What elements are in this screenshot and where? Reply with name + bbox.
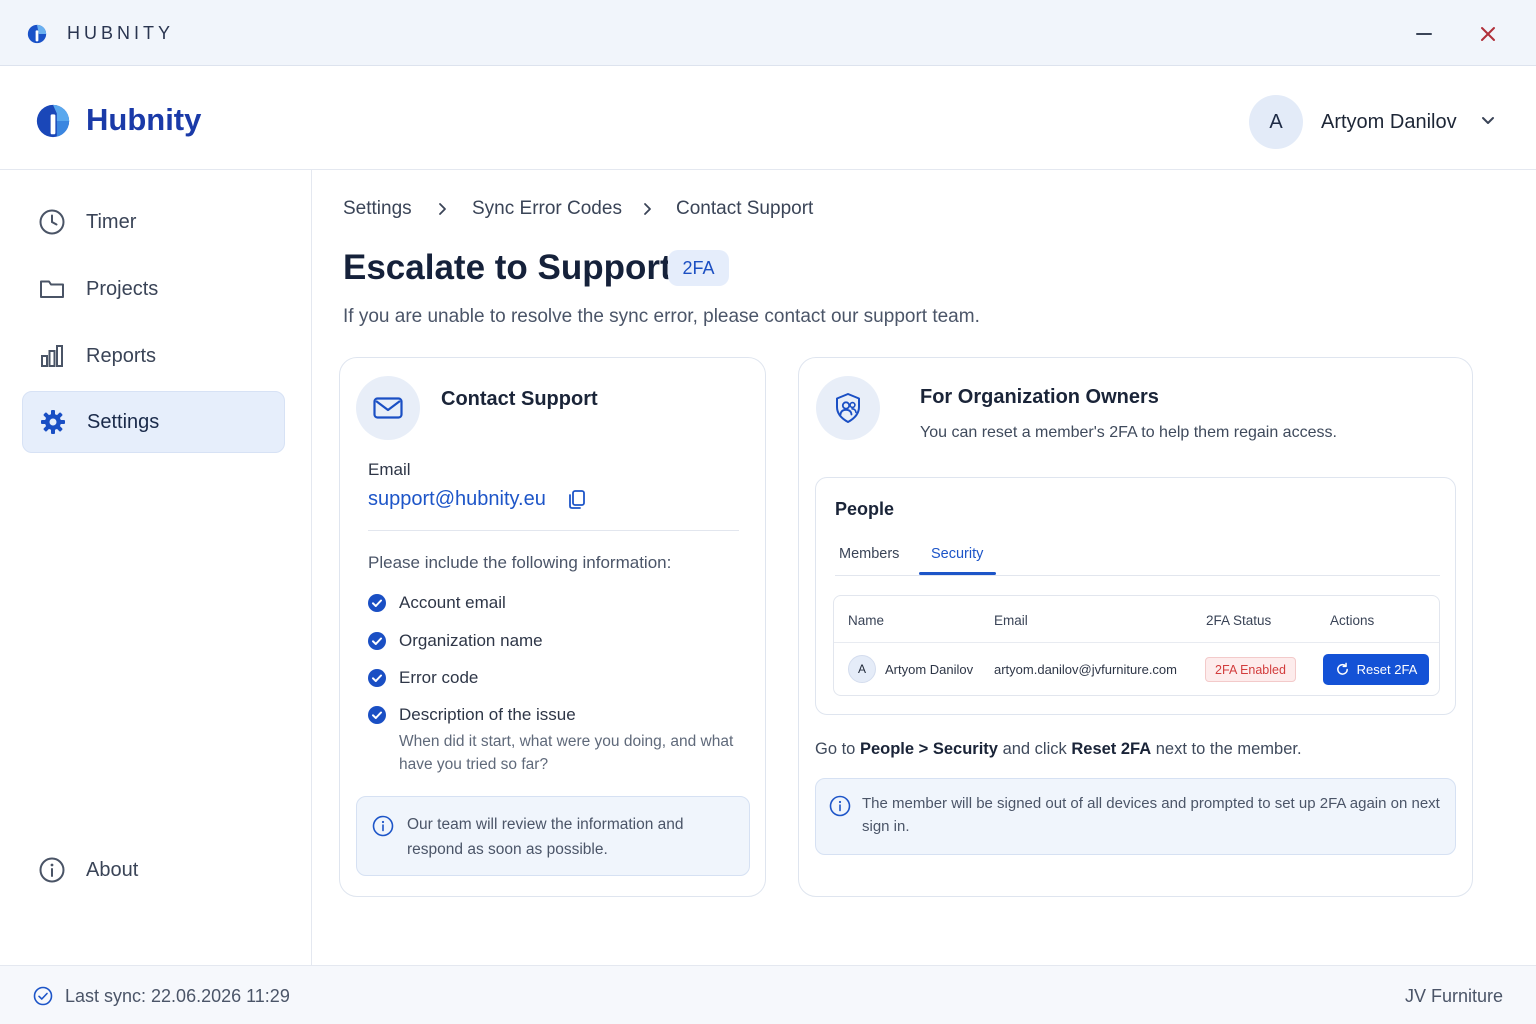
breadcrumb-settings[interactable]: Settings [343,198,412,220]
reset-2fa-button[interactable]: Reset 2FA [1323,654,1429,685]
people-panel: People Members Security Name Email 2FA S… [815,477,1456,715]
organization-owners-card: For Organization Owners You can reset a … [798,357,1473,897]
checklist-item: Account email [368,593,506,613]
instruction-text: Go to People > Security and click Reset … [815,740,1302,758]
page-title: Escalate to Support [343,248,672,287]
last-sync-text: Last sync: 22.06.2026 11:29 [65,986,290,1006]
bar-chart-icon [41,345,63,367]
sidebar-item-settings[interactable]: Settings [22,391,285,453]
info-icon [39,857,65,883]
tab-divider [835,575,1440,576]
app-header: Hubnity A Artyom Danilov [0,66,1536,170]
window-title: HUBNITY [67,23,175,43]
sidebar-item-projects[interactable]: Projects [22,258,285,320]
member-name: Artyom Danilov [885,662,974,677]
sidebar-item-label: Reports [86,344,157,367]
contact-support-title: Contact Support [441,388,598,410]
table-header-divider [834,642,1439,643]
shield-user-icon [836,393,860,423]
app-window: HUBNITY Hubnity A Artyom Danilov Timer P… [0,0,1536,1024]
organization-name: JV Furniture [1404,986,1503,1006]
column-header-2fa-status: 2FA Status [1206,613,1272,628]
mail-icon [373,397,403,419]
contact-support-card: Contact Support Email support@hubnity.eu… [339,357,766,897]
checklist-text: Description of the issue [399,705,576,724]
member-avatar: A [848,655,876,683]
tab-security[interactable]: Security [931,546,983,562]
check-circle-icon [368,706,386,724]
column-header-actions: Actions [1330,613,1375,628]
info-text: Our team will review the information and… [407,816,684,858]
checklist-item: Error code [368,668,478,688]
info-icon [829,795,851,817]
check-circle-icon [33,986,53,1006]
email-label: Email [368,460,411,479]
tab-members[interactable]: Members [839,546,899,562]
sidebar-item-reports[interactable]: Reports [22,325,285,387]
breadcrumb-contact-support: Contact Support [676,198,814,219]
minimize-icon[interactable] [1410,20,1438,48]
breadcrumb-sync-error-codes[interactable]: Sync Error Codes [472,198,622,220]
active-tab-indicator [919,572,996,575]
check-circle-icon [368,632,386,650]
page-subtitle: If you are unable to resolve the sync er… [343,306,980,327]
hubnity-logo-icon [27,24,47,44]
sidebar-item-about[interactable]: About [22,839,285,901]
checklist-text: Error code [399,668,479,687]
mail-icon-circle [356,376,420,440]
info-box: Our team will review the information and… [356,796,750,876]
chevron-right-icon [644,203,651,215]
clock-icon [39,209,65,235]
hubnity-logo-icon [36,104,70,138]
divider [368,530,739,531]
checklist-text: Organization name [399,631,543,650]
people-title: People [835,499,895,519]
chevron-down-icon[interactable] [1478,111,1498,131]
refresh-icon [1336,662,1348,675]
sidebar-item-label: Timer [86,210,137,233]
owners-subtitle: You can reset a member's 2FA to help the… [920,424,1337,441]
gear-icon [41,410,65,434]
brand-name: Hubnity [86,102,202,137]
description-hint: When did it start, what were you doing, … [399,733,734,773]
sidebar-item-label: Settings [87,410,160,433]
folder-icon [40,280,64,298]
status-bar: Last sync: 22.06.2026 11:29 JV Furniture [0,965,1536,1024]
user-avatar[interactable]: A [1249,95,1303,149]
main-content: Settings Sync Error Codes Contact Suppor… [312,170,1536,965]
2fa-status-badge: 2FA Enabled [1205,657,1296,682]
user-name[interactable]: Artyom Danilov [1321,111,1457,134]
info-icon [372,815,394,837]
owners-title: For Organization Owners [920,386,1159,408]
check-circle-icon [368,594,386,612]
title-bar: HUBNITY [0,0,1536,66]
reset-2fa-label: Reset 2FA [1356,662,1418,677]
people-table: Name Email 2FA Status Actions A Artyom D… [833,595,1440,696]
sidebar-item-label: Projects [86,277,159,300]
sidebar-item-timer[interactable]: Timer [22,191,285,253]
info-box: The member will be signed out of all dev… [815,778,1456,855]
checklist-item: Organization name [368,631,543,651]
support-email-link[interactable]: support@hubnity.eu [368,488,546,511]
check-circle-icon [368,669,386,687]
column-header-email: Email [994,613,1028,628]
shield-icon-circle [816,376,880,440]
copy-icon[interactable] [566,488,588,510]
sidebar-item-label: About [86,858,139,881]
sidebar: Timer Projects Reports Settings About [0,170,312,965]
column-header-name: Name [848,613,885,628]
close-icon[interactable] [1474,20,1502,48]
checklist-text: Account email [399,593,506,612]
member-email: artyom.danilov@jvfurniture.com [994,662,1177,677]
include-heading: Please include the following information… [368,553,672,572]
info-text: The member will be signed out of all dev… [862,795,1440,835]
checklist-item: Description of the issue [368,705,576,725]
chevron-right-icon [439,203,446,215]
2fa-badge: 2FA [668,250,729,286]
